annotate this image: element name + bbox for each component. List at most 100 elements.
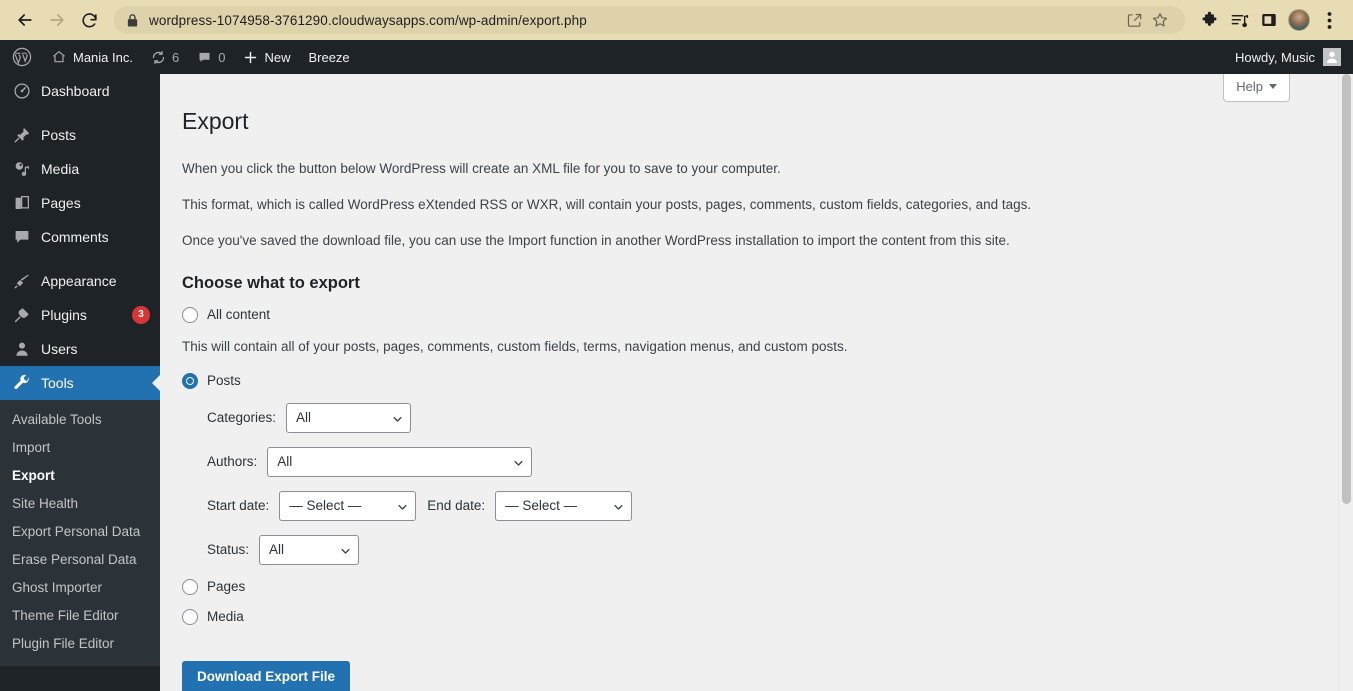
radio-option-all-content[interactable]: All content <box>182 306 1333 323</box>
plug-icon <box>12 306 32 324</box>
page-icon <box>12 194 32 212</box>
end-date-select[interactable]: — Select — <box>495 490 633 521</box>
site-name-menu[interactable]: Mania Inc. <box>42 40 142 74</box>
sidebar-item-appearance[interactable]: Appearance <box>0 264 160 298</box>
sidebar-item-label: Tools <box>41 375 74 391</box>
submenu-item-erase-personal-data[interactable]: Erase Personal Data <box>0 546 160 574</box>
submenu-item-export-personal-data[interactable]: Export Personal Data <box>0 518 160 546</box>
help-button[interactable]: Help <box>1223 74 1290 102</box>
sidebar-item-posts[interactable]: Posts <box>0 118 160 152</box>
sidebar-item-comments[interactable]: Comments <box>0 220 160 254</box>
wordpress-logo[interactable] <box>0 40 42 74</box>
sidebar-item-label: Dashboard <box>41 83 110 99</box>
submenu-item-available-tools[interactable]: Available Tools <box>0 406 160 434</box>
media-playlist-icon[interactable] <box>1225 6 1253 34</box>
comment-icon <box>199 52 210 62</box>
chevron-down-icon <box>614 504 623 510</box>
export-description-2: This format, which is called WordPress e… <box>182 197 1032 213</box>
avatar-placeholder-icon <box>1327 51 1337 63</box>
comments-count: 0 <box>218 49 226 65</box>
forward-button[interactable] <box>42 5 72 35</box>
reload-button[interactable] <box>74 5 104 35</box>
submenu-item-ghost-importer[interactable]: Ghost Importer <box>0 574 160 602</box>
three-dot-menu-icon[interactable] <box>1315 6 1343 34</box>
page-title: Export <box>182 108 249 134</box>
browser-toolbar-icons <box>1195 6 1343 34</box>
sidebar-item-label: Pages <box>41 195 81 211</box>
updates-menu[interactable]: 6 <box>142 40 188 74</box>
radio-all-content-input[interactable] <box>182 306 198 323</box>
side-panel-icon[interactable] <box>1255 6 1283 34</box>
authors-label: Authors: <box>207 454 258 470</box>
url-text: wordpress-1074958-3761290.cloudwaysapps.… <box>149 12 587 28</box>
sidebar-item-users[interactable]: Users <box>0 332 160 366</box>
submenu-item-site-health[interactable]: Site Health <box>0 490 160 518</box>
back-button[interactable] <box>10 5 40 35</box>
scrollbar-thumb[interactable] <box>1342 74 1351 504</box>
wrench-icon <box>12 374 32 392</box>
radio-media-input[interactable] <box>182 608 198 625</box>
new-content-menu[interactable]: New <box>234 40 299 74</box>
page-scrollbar[interactable] <box>1338 74 1353 691</box>
status-select[interactable]: All <box>259 534 360 565</box>
breeze-label: Breeze <box>308 49 350 65</box>
breeze-menu[interactable]: Breeze <box>299 40 358 74</box>
chevron-down-icon <box>393 416 402 422</box>
share-icon[interactable] <box>1121 7 1147 33</box>
radio-posts-input[interactable] <box>182 372 198 389</box>
sidebar-item-media[interactable]: Media <box>0 152 160 186</box>
submenu-item-import[interactable]: Import <box>0 434 160 462</box>
sidebar-item-pages[interactable]: Pages <box>0 186 160 220</box>
radio-option-posts[interactable]: Posts <box>182 372 1333 389</box>
tools-submenu: Available Tools Import Export Site Healt… <box>0 400 160 666</box>
categories-value: All <box>296 410 312 426</box>
media-icon <box>12 160 32 178</box>
address-bar[interactable]: wordpress-1074958-3761290.cloudwaysapps.… <box>114 6 1185 34</box>
end-date-label: End date: <box>427 498 486 514</box>
admin-sidebar-menu: Dashboard Posts Media Pages Comments App… <box>0 74 160 691</box>
forward-arrow-icon <box>50 14 64 26</box>
radio-option-media[interactable]: Media <box>182 608 1333 625</box>
submenu-item-theme-file-editor[interactable]: Theme File Editor <box>0 602 160 630</box>
status-label: Status: <box>207 542 250 558</box>
home-icon <box>52 51 66 63</box>
export-form: Export When you click the button below W… <box>160 74 1353 691</box>
chevron-down-icon <box>1269 84 1277 89</box>
plus-icon <box>245 51 257 63</box>
sidebar-item-label: Posts <box>41 127 77 143</box>
profile-avatar[interactable] <box>1285 6 1313 34</box>
categories-select[interactable]: All <box>286 402 412 433</box>
help-label: Help <box>1236 79 1263 94</box>
start-date-value: — Select — <box>289 498 362 514</box>
authors-value: All <box>277 454 293 470</box>
lock-icon <box>126 13 139 28</box>
sidebar-item-tools[interactable]: Tools <box>0 366 160 400</box>
puzzle-icon[interactable] <box>1195 6 1223 34</box>
updates-icon <box>152 50 165 64</box>
howdy-label[interactable]: Howdy, Music <box>1235 50 1315 65</box>
comment-bubble-icon <box>12 228 32 246</box>
new-label: New <box>264 49 291 65</box>
site-name-label: Mania Inc. <box>73 49 133 65</box>
sidebar-item-plugins[interactable]: Plugins 3 <box>0 298 160 332</box>
submenu-item-export[interactable]: Export <box>0 462 160 490</box>
star-icon[interactable] <box>1147 7 1173 33</box>
comments-menu[interactable]: 0 <box>188 40 234 74</box>
sidebar-item-label: Media <box>41 161 80 177</box>
menu-separator <box>0 108 160 118</box>
help-tab-container: Help <box>1223 74 1290 102</box>
sidebar-item-dashboard[interactable]: Dashboard <box>0 74 160 108</box>
radio-option-pages[interactable]: Pages <box>182 578 1333 595</box>
export-description-1: When you click the button below WordPres… <box>182 160 781 176</box>
radio-pages-input[interactable] <box>182 578 198 595</box>
authors-select[interactable]: All <box>267 446 533 477</box>
end-date-value: — Select — <box>505 498 578 514</box>
start-date-select[interactable]: — Select — <box>279 490 417 521</box>
chevron-down-icon <box>514 460 523 466</box>
user-avatar[interactable] <box>1323 48 1341 66</box>
download-export-file-button[interactable]: Download Export File <box>182 660 351 691</box>
admin-body: Dashboard Posts Media Pages Comments App… <box>0 74 1353 691</box>
browser-toolbar: wordpress-1074958-3761290.cloudwaysapps.… <box>0 0 1353 40</box>
submenu-item-plugin-file-editor[interactable]: Plugin File Editor <box>0 630 160 658</box>
brush-icon <box>12 272 32 290</box>
